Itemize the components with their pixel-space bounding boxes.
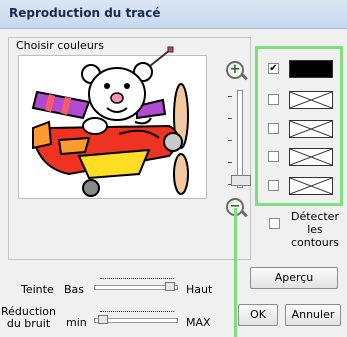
- teinte-max-label: Haut: [186, 283, 213, 296]
- zoom-tick: [228, 96, 232, 97]
- bruit-label-line2: du bruit: [6, 317, 51, 330]
- empty-swatch-cross: [289, 120, 333, 138]
- palette-checkbox[interactable]: [268, 180, 279, 191]
- empty-swatch-cross: [289, 91, 333, 109]
- plane-tail: [32, 120, 53, 150]
- ok-button[interactable]: OK: [238, 304, 278, 326]
- bruit-min-label: min: [66, 316, 87, 329]
- annuler-button[interactable]: Annuler: [285, 304, 341, 326]
- zoom-tick: [228, 118, 232, 119]
- empty-swatch-cross: [289, 148, 333, 166]
- zoom-in-icon[interactable]: +: [226, 61, 244, 79]
- zoom-slider-track[interactable]: [237, 90, 243, 188]
- empty-swatch-cross: [289, 177, 333, 195]
- palette-checkbox[interactable]: [268, 94, 279, 105]
- detect-contours-label-line1: Détecter les: [291, 210, 339, 236]
- plane-wheel: [82, 179, 100, 197]
- propeller-hub: [163, 132, 183, 152]
- bruit-max-label: MAX: [186, 316, 211, 329]
- palette-checkbox[interactable]: [268, 151, 279, 162]
- bruit-label: Réduction du bruit: [1, 306, 56, 330]
- bear-eye-left: [104, 83, 110, 89]
- teinte-ticks: [100, 278, 174, 282]
- plane-wing: [77, 148, 151, 180]
- palette-swatch-empty[interactable]: [289, 148, 333, 166]
- plane-panel: [57, 136, 91, 156]
- title-bar: Reproduction du tracé: [0, 0, 347, 29]
- highlight-connector: [234, 208, 237, 337]
- bear-paw: [82, 117, 108, 135]
- image-preview[interactable]: [18, 55, 207, 199]
- teinte-min-label: Bas: [64, 283, 85, 296]
- palette-swatch[interactable]: [289, 60, 333, 78]
- propeller-bottom: [173, 153, 189, 195]
- detect-contours-label: Détecter les contours: [284, 210, 346, 249]
- zoom-slider-thumb[interactable]: [231, 175, 251, 187]
- bear-eye-right: [124, 83, 130, 89]
- bear-nose: [110, 92, 124, 104]
- pencil-icon: [149, 46, 174, 67]
- palette-swatch-empty[interactable]: [289, 91, 333, 109]
- zoom-tick: [228, 140, 232, 141]
- palette-checkbox[interactable]: ✔: [268, 63, 279, 74]
- palette-swatch-empty[interactable]: [289, 177, 333, 195]
- palette-checkbox[interactable]: [268, 123, 279, 134]
- teinte-slider-thumb[interactable]: [164, 282, 175, 291]
- scarf-left: [31, 90, 91, 120]
- apercu-button[interactable]: Aperçu: [250, 267, 338, 289]
- teinte-label: Teinte: [21, 283, 54, 296]
- group-label: Choisir couleurs: [14, 39, 107, 52]
- palette-swatch-empty[interactable]: [289, 120, 333, 138]
- window-title: Reproduction du tracé: [9, 6, 161, 20]
- teddy-plane-illustration: [31, 62, 189, 197]
- detect-contours-label-line2: contours: [290, 236, 340, 249]
- bruit-slider-thumb[interactable]: [97, 315, 108, 324]
- zoom-tick: [228, 162, 232, 163]
- detect-contours-checkbox[interactable]: [269, 218, 280, 229]
- bruit-ticks: [100, 311, 174, 315]
